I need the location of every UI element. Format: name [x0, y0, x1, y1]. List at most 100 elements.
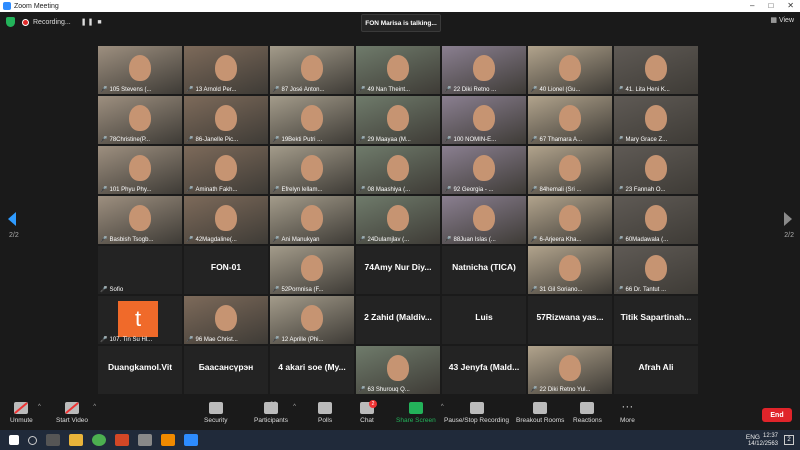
- participant-tile[interactable]: Afrah Ali: [614, 346, 698, 394]
- start-video-button[interactable]: Start Video ^: [56, 402, 96, 424]
- participant-name: 42Magdaline(...: [195, 236, 237, 243]
- chat-button[interactable]: 2 Chat: [360, 400, 377, 424]
- notification-icon[interactable]: 2: [784, 435, 794, 445]
- chat-label: Chat: [360, 417, 374, 424]
- participant-tile[interactable]: Duangkamol.Vit: [98, 346, 182, 394]
- participant-tile[interactable]: t 🎤 107. Tin Su Hl...: [98, 296, 182, 344]
- polls-button[interactable]: Polls: [318, 402, 332, 424]
- vlc-icon[interactable]: [161, 434, 175, 446]
- participant-tile[interactable]: 🎤 31 Gil Soriano...: [528, 246, 612, 294]
- participant-tile[interactable]: 🎤 13 Arnold Per...: [184, 46, 268, 94]
- participant-caption: 🎤 52Pornnisa (F...: [272, 286, 352, 294]
- participant-tile[interactable]: 🎤 96 Mae Christ...: [184, 296, 268, 344]
- participant-display-name: Luis: [475, 312, 493, 322]
- security-button[interactable]: Security: [204, 402, 227, 424]
- participant-tile[interactable]: 🎤 52Pornnisa (F...: [270, 246, 354, 294]
- file-explorer-icon[interactable]: [69, 434, 83, 446]
- powerpoint-icon[interactable]: [115, 434, 129, 446]
- participant-tile[interactable]: FON-01: [184, 246, 268, 294]
- participant-tile[interactable]: 4 akari soe (My...: [270, 346, 354, 394]
- participant-tile[interactable]: 🎤 63 Shurouq Q...: [356, 346, 440, 394]
- participant-tile[interactable]: Luis: [442, 296, 526, 344]
- microphone-muted-icon: 🎤: [444, 237, 452, 243]
- unmute-button[interactable]: Unmute ^: [10, 402, 41, 424]
- participants-button[interactable]: 90 Participants ^: [254, 402, 296, 424]
- maximize-icon[interactable]: □: [768, 1, 773, 10]
- participant-tile[interactable]: Natnicha (TICA): [442, 246, 526, 294]
- participant-tile[interactable]: 🎤 100 NOMIN-E...: [442, 96, 526, 144]
- participant-tile[interactable]: 🎤 40 Lionel (Gu...: [528, 46, 612, 94]
- participant-tile[interactable]: 🎤 22 Diki Retno Yul...: [528, 346, 612, 394]
- meeting-toolbar: Unmute ^ Start Video ^ Security 90 Parti…: [0, 400, 800, 430]
- participant-tile[interactable]: 🎤 6-Arjeera Kha...: [528, 196, 612, 244]
- prev-page-icon[interactable]: [8, 212, 16, 226]
- participant-tile[interactable]: 🎤 12 Aprille (Phi...: [270, 296, 354, 344]
- participant-tile[interactable]: 🎤 66 Dr. Tantut ...: [614, 246, 698, 294]
- chrome-icon[interactable]: [92, 434, 106, 446]
- participant-tile[interactable]: 🎤 86-Janelle Pic...: [184, 96, 268, 144]
- participant-tile[interactable]: 74Amy Nur Diy...: [356, 246, 440, 294]
- zoom-taskbar-icon[interactable]: [184, 434, 198, 446]
- shield-icon: [208, 402, 223, 414]
- participant-tile[interactable]: 🎤 41. Lita Heni K...: [614, 46, 698, 94]
- participant-tile[interactable]: 🎤 42Magdaline(...: [184, 196, 268, 244]
- participant-tile[interactable]: 🎤 92 Georgia - ...: [442, 146, 526, 194]
- participant-tile[interactable]: 🎤 22 Diki Retno ...: [442, 46, 526, 94]
- participant-tile[interactable]: Titik Sapartinah...: [614, 296, 698, 344]
- task-view-icon[interactable]: [46, 434, 60, 446]
- participant-tile[interactable]: 🎤 Ani Manukyan: [270, 196, 354, 244]
- settings-icon[interactable]: [138, 434, 152, 446]
- reactions-button[interactable]: Reactions: [573, 402, 602, 424]
- chevron-up-icon[interactable]: ^: [293, 404, 296, 410]
- participant-tile[interactable]: 🎤 24Dulamjlav (...: [356, 196, 440, 244]
- chevron-up-icon[interactable]: ^: [38, 404, 41, 410]
- shield-icon[interactable]: [6, 17, 15, 27]
- close-icon[interactable]: ✕: [787, 1, 794, 10]
- participant-caption: 🎤 96 Mae Christ...: [186, 336, 266, 344]
- participant-tile[interactable]: 🎤 84hemali (Sri ...: [528, 146, 612, 194]
- participant-tile[interactable]: 57Rizwana yas...: [528, 296, 612, 344]
- participant-tile[interactable]: 🎤 Basbish Tsogb...: [98, 196, 182, 244]
- participant-tile[interactable]: 🎤 101 Phyu Phy...: [98, 146, 182, 194]
- participant-tile[interactable]: 🎤 105 Stevens (...: [98, 46, 182, 94]
- minimize-icon[interactable]: –: [750, 1, 754, 10]
- microphone-muted-icon: 🎤: [100, 337, 108, 343]
- participant-tile[interactable]: 🎤 Aminath Fakh...: [184, 146, 268, 194]
- participant-tile[interactable]: 🎤 Sofio: [98, 246, 182, 294]
- share-screen-button[interactable]: Share Screen ^: [396, 402, 444, 424]
- participant-display-name: FON-01: [210, 262, 242, 272]
- participant-caption: 🎤 22 Diki Retno Yul...: [530, 386, 610, 394]
- chevron-up-icon[interactable]: ^: [93, 404, 96, 410]
- pause-icon[interactable]: ❚❚ ■: [81, 18, 103, 26]
- participant-tile[interactable]: 🎤 78Christine(P...: [98, 96, 182, 144]
- participant-video: [387, 355, 409, 381]
- polls-label: Polls: [318, 417, 333, 424]
- more-button[interactable]: ··· More: [620, 400, 635, 424]
- participant-tile[interactable]: 🎤 29 Maayaa (M...: [356, 96, 440, 144]
- participant-tile[interactable]: 🎤 60Madawala (...: [614, 196, 698, 244]
- participant-video: [129, 55, 151, 81]
- participant-video: [645, 255, 667, 281]
- top-bar: Recording... ❚❚ ■ FON Marisa is talking.…: [0, 12, 800, 32]
- windows-start-icon[interactable]: [9, 435, 19, 445]
- search-icon[interactable]: [28, 435, 37, 445]
- participant-tile[interactable]: 🎤 88Juan Islas (...: [442, 196, 526, 244]
- participants-label: Participants: [254, 417, 288, 424]
- participant-tile[interactable]: 🎤 87 José Anton...: [270, 46, 354, 94]
- participant-tile[interactable]: 🎤 67 Thamara A...: [528, 96, 612, 144]
- pause-stop-recording-button[interactable]: Pause/Stop Recording: [444, 402, 509, 424]
- participant-tile[interactable]: 🎤 Efrelyn lellam...: [270, 146, 354, 194]
- participant-tile[interactable]: 🎤 49 Nan Theint...: [356, 46, 440, 94]
- view-button[interactable]: ▦ View: [770, 16, 794, 24]
- participant-tile[interactable]: 2 Zahid (Maldiv...: [356, 296, 440, 344]
- participant-tile[interactable]: 🎤 19Bekti Putri ...: [270, 96, 354, 144]
- participant-tile[interactable]: 🎤 08 Maashiya (...: [356, 146, 440, 194]
- participant-tile[interactable]: 43 Jenyfa (Mald...: [442, 346, 526, 394]
- participant-tile[interactable]: Баасансүрэн: [184, 346, 268, 394]
- end-meeting-button[interactable]: End: [762, 408, 792, 422]
- clock[interactable]: 12:37 14/12/2563: [748, 432, 778, 448]
- next-page-icon[interactable]: [784, 212, 792, 226]
- participant-tile[interactable]: 🎤 23 Fannah O...: [614, 146, 698, 194]
- breakout-rooms-button[interactable]: Breakout Rooms: [516, 402, 564, 424]
- participant-tile[interactable]: 🎤 Mary Grace Z...: [614, 96, 698, 144]
